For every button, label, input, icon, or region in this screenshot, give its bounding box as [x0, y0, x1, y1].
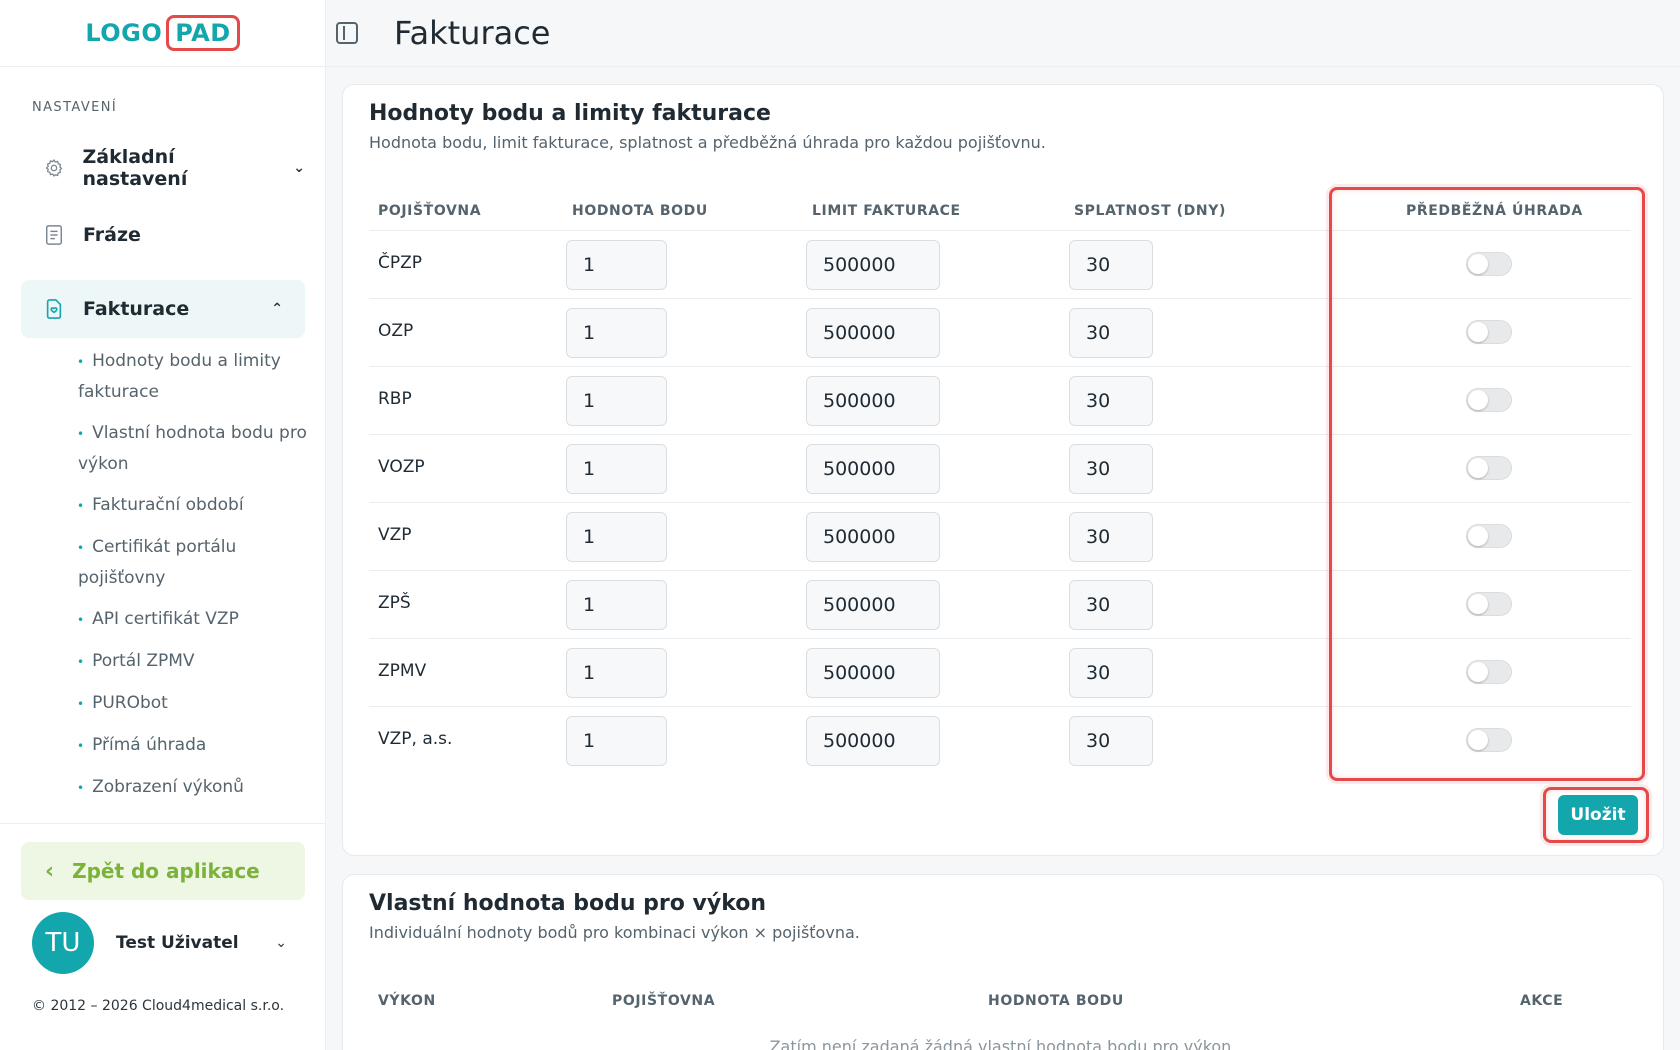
insurer-name: RBP [378, 389, 412, 409]
back-to-app-button[interactable]: ‹ Zpět do aplikace [21, 842, 305, 900]
insurer-name: ČPZP [378, 253, 423, 273]
chevron-up-icon: ⌃ [271, 301, 283, 317]
prepayment-column-highlight [1329, 187, 1645, 781]
submenu-item[interactable]: • Certifikát portálu pojišťovny [77, 532, 308, 593]
chevron-left-icon: ‹ [45, 858, 55, 884]
due-days-input[interactable]: 30 [1069, 580, 1153, 630]
column-header-insurer: POJIŠŤOVNA [378, 203, 482, 219]
insurer-name: VOZP [378, 457, 425, 477]
submenu-item[interactable]: • Vlastní hodnota bodu pro výkon [77, 418, 308, 479]
bullet-icon: • [77, 697, 85, 711]
column-header-point-value: HODNOTA BODU [572, 203, 708, 219]
logo-text-logo: LOGO [85, 19, 163, 47]
column-header-insurer: POJIŠŤOVNA [612, 993, 716, 1009]
column-header-procedure: VÝKON [378, 993, 436, 1009]
submenu-item[interactable]: • API certifikát VZP [77, 604, 308, 635]
column-header-point-value: HODNOTA BODU [988, 993, 1124, 1009]
point-value-input[interactable]: 1 [566, 716, 667, 766]
billing-limit-input[interactable]: 500000 [806, 240, 940, 290]
point-value-input[interactable]: 1 [566, 240, 667, 290]
sidebar-item-basic-settings[interactable]: Základní nastavení ⌄ [21, 139, 305, 197]
billing-limit-input[interactable]: 500000 [806, 308, 940, 358]
bullet-icon: • [77, 355, 85, 369]
sidebar-item-label: Fráze [83, 224, 141, 246]
bullet-icon: • [77, 499, 85, 513]
bullet-icon: • [77, 781, 85, 795]
bullet-icon: • [77, 739, 85, 753]
due-days-input[interactable]: 30 [1069, 444, 1153, 494]
sidebar-item-phrases[interactable]: Fráze [21, 206, 305, 264]
due-days-input[interactable]: 30 [1069, 308, 1153, 358]
due-days-input[interactable]: 30 [1069, 512, 1153, 562]
submenu-item[interactable]: • Portál ZPMV [77, 646, 308, 677]
point-value-input[interactable]: 1 [566, 444, 667, 494]
due-days-input[interactable]: 30 [1069, 240, 1153, 290]
copyright: © 2012 – 2026 Cloud4medical s.r.o. [32, 998, 285, 1014]
submenu-item[interactable]: • Hodnoty bodu a limity fakturace [77, 346, 308, 407]
user-menu[interactable]: TU Test Uživatel ⌄ [32, 912, 287, 974]
card-title: Vlastní hodnota bodu pro výkon [369, 891, 767, 916]
chevron-down-icon: ⌄ [293, 160, 305, 176]
user-name: Test Uživatel [116, 933, 239, 953]
submenu-item[interactable]: • Fakturační období [77, 490, 308, 521]
point-value-input[interactable]: 1 [566, 512, 667, 562]
billing-limit-input[interactable]: 500000 [806, 376, 940, 426]
billing-limit-input[interactable]: 500000 [806, 444, 940, 494]
billing-limits-card: Hodnoty bodu a limity fakturace Hodnota … [342, 84, 1664, 856]
submenu-item[interactable]: • Zobrazení výkonů [77, 772, 308, 803]
due-days-input[interactable]: 30 [1069, 716, 1153, 766]
insurer-name: OZP [378, 321, 414, 341]
sidebar-toggle-icon[interactable] [336, 22, 358, 44]
column-header-due-days: SPLATNOST (DNY) [1074, 203, 1226, 219]
gear-icon [43, 157, 64, 179]
bullet-icon: • [77, 541, 85, 555]
save-button[interactable]: Uložit [1558, 795, 1638, 835]
sidebar: LOGO PAD NASTAVENÍ Základní nastavení ⌄ … [0, 0, 326, 1050]
bullet-icon: • [77, 655, 85, 669]
sidebar-divider [0, 823, 326, 824]
point-value-input[interactable]: 1 [566, 648, 667, 698]
insurer-name: VZP, a.s. [378, 729, 453, 749]
point-value-input[interactable]: 1 [566, 376, 667, 426]
back-button-label: Zpět do aplikace [72, 859, 260, 883]
card-subtitle: Individuální hodnoty bodů pro kombinaci … [369, 923, 860, 942]
document-icon [43, 224, 65, 246]
due-days-input[interactable]: 30 [1069, 648, 1153, 698]
custom-point-value-card: Vlastní hodnota bodu pro výkon Individuá… [342, 874, 1664, 1050]
due-days-input[interactable]: 30 [1069, 376, 1153, 426]
empty-state-text: Zatím není zadaná žádná vlastní hodnota … [769, 1037, 1237, 1050]
submenu-item[interactable]: • Přímá úhrada [77, 730, 308, 761]
page-title: Fakturace [394, 14, 551, 52]
page-header: Fakturace [326, 0, 1680, 67]
column-header-billing-limit: LIMIT FAKTURACE [812, 203, 961, 219]
logo-text-pad: PAD [166, 15, 240, 51]
billing-limit-input[interactable]: 500000 [806, 580, 940, 630]
bullet-icon: • [77, 427, 85, 441]
chevron-down-icon: ⌄ [275, 935, 287, 951]
submenu-item[interactable]: • PURObot [77, 688, 308, 719]
avatar: TU [32, 912, 94, 974]
section-label: NASTAVENÍ [32, 100, 118, 115]
invoice-icon [43, 298, 65, 320]
sidebar-item-label: Základní nastavení [82, 146, 188, 190]
billing-limit-input[interactable]: 500000 [806, 716, 940, 766]
card-subtitle: Hodnota bodu, limit fakturace, splatnost… [369, 133, 1046, 152]
billing-limit-input[interactable]: 500000 [806, 648, 940, 698]
point-value-input[interactable]: 1 [566, 580, 667, 630]
logo-area: LOGO PAD [0, 0, 325, 67]
point-value-input[interactable]: 1 [566, 308, 667, 358]
insurer-name: VZP [378, 525, 412, 545]
logo[interactable]: LOGO PAD [85, 15, 240, 51]
column-header-actions: AKCE [1520, 993, 1564, 1009]
sidebar-item-billing[interactable]: Fakturace ⌃ [21, 280, 305, 338]
sidebar-item-label: Fakturace [83, 298, 190, 320]
billing-limit-input[interactable]: 500000 [806, 512, 940, 562]
card-title: Hodnoty bodu a limity fakturace [369, 101, 771, 126]
insurer-name: ZPMV [378, 661, 427, 681]
insurer-name: ZPŠ [378, 593, 411, 613]
bullet-icon: • [77, 613, 85, 627]
billing-submenu: • Hodnoty bodu a limity fakturace • Vlastn… [77, 346, 308, 814]
